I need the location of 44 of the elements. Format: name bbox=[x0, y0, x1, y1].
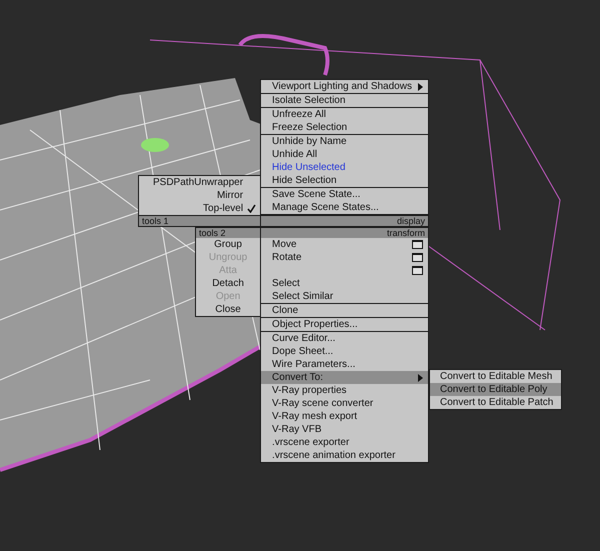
menu-item[interactable]: Top-level bbox=[139, 202, 260, 215]
menu-item[interactable]: PSDPathUnwrapper bbox=[139, 176, 260, 189]
menu-item[interactable]: V-Ray VFB bbox=[261, 423, 428, 436]
menu-item[interactable]: Object Properties... bbox=[261, 318, 428, 331]
caret-icon bbox=[418, 82, 423, 90]
caret-icon bbox=[418, 374, 423, 382]
quad-title: tools 1 bbox=[139, 215, 260, 226]
menu-item[interactable]: V-Ray properties bbox=[261, 384, 428, 397]
menu-item[interactable]: Convert to Editable Poly bbox=[430, 383, 562, 396]
menu-item[interactable]: Convert to Editable Mesh bbox=[430, 370, 562, 383]
menu-item[interactable]: Dope Sheet... bbox=[261, 345, 428, 358]
quad-title: tools 2 bbox=[196, 227, 260, 238]
menu-item[interactable]: Clone bbox=[261, 304, 428, 317]
menu-item[interactable]: V-Ray scene converter bbox=[261, 397, 428, 410]
dialog-icon bbox=[412, 253, 423, 262]
menu-item[interactable]: Curve Editor... bbox=[261, 332, 428, 345]
quad-title: transform bbox=[261, 227, 428, 238]
menu-item[interactable]: Detach bbox=[196, 277, 260, 290]
menu-item[interactable]: Unfreeze All bbox=[261, 108, 428, 121]
menu-item[interactable]: Mirror bbox=[139, 189, 260, 202]
dialog-icon bbox=[412, 266, 423, 275]
menu-item[interactable]: .vrscene animation exporter bbox=[261, 449, 428, 462]
menu-item[interactable]: Select bbox=[261, 277, 428, 290]
menu-item[interactable]: Save Scene State... bbox=[261, 188, 428, 201]
menu-item[interactable]: Freeze Selection bbox=[261, 121, 428, 134]
menu-item[interactable]: Select Similar bbox=[261, 290, 428, 303]
menu-item[interactable]: Isolate Selection bbox=[261, 94, 428, 107]
menu-item[interactable]: Hide Unselected bbox=[261, 161, 428, 174]
menu-item[interactable]: .vrscene exporter bbox=[261, 436, 428, 449]
quad-title: display bbox=[261, 215, 428, 226]
menu-item[interactable]: Move bbox=[261, 238, 428, 251]
menu-item[interactable]: V-Ray mesh export bbox=[261, 410, 428, 423]
menu-item[interactable]: Wire Parameters... bbox=[261, 358, 428, 371]
menu-item[interactable]: Rotate bbox=[261, 251, 428, 264]
menu-item[interactable]: Unhide All bbox=[261, 148, 428, 161]
menu-item[interactable]: Group bbox=[196, 238, 260, 251]
menu-item[interactable]: Close bbox=[196, 303, 260, 316]
menu-item[interactable]: Convert To: bbox=[261, 371, 428, 384]
menu-item[interactable]: Convert to Editable Patch bbox=[430, 396, 562, 409]
menu-item[interactable]: Hide Selection bbox=[261, 174, 428, 187]
menu-item[interactable]: Unhide by Name bbox=[261, 135, 428, 148]
menu-item[interactable]: Manage Scene States... bbox=[261, 201, 428, 214]
menu-item[interactable]: Viewport Lighting and Shadows bbox=[261, 80, 428, 93]
dialog-icon bbox=[412, 240, 423, 249]
